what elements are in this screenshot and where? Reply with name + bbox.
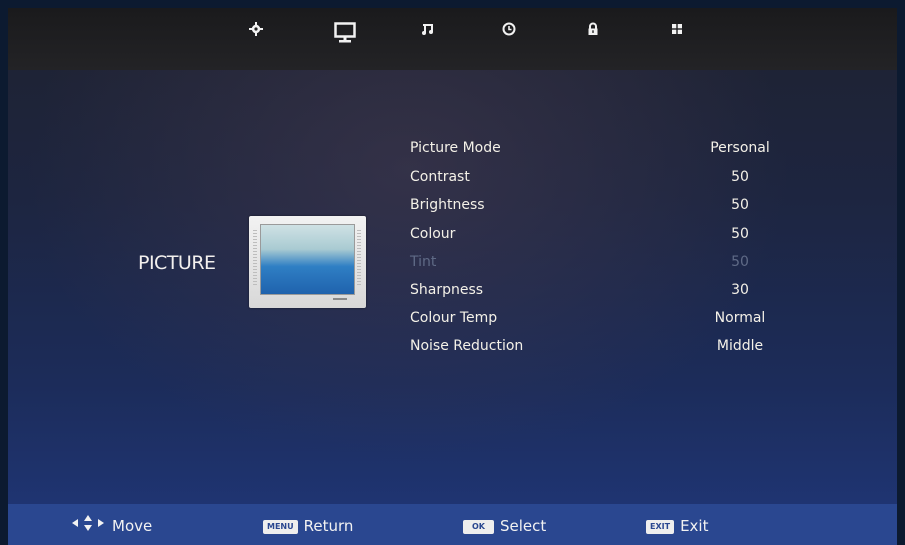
setting-label: Sharpness <box>410 282 484 298</box>
setting-value: Middle <box>716 338 764 354</box>
top-menu-bar <box>8 8 897 70</box>
setting-tint: Tint 50 <box>410 254 790 280</box>
tv-picture-icon <box>249 216 366 308</box>
hint-return-label: Return <box>303 517 354 535</box>
music-note-icon[interactable] <box>415 22 441 48</box>
setting-colour[interactable]: Colour 50 <box>410 226 790 252</box>
setting-label: Noise Reduction <box>410 338 524 354</box>
menu-key-icon: MENU <box>263 519 298 534</box>
setting-value: 50 <box>731 254 749 270</box>
hint-move-label: Move <box>112 517 153 535</box>
direction-arrows-icon <box>70 514 106 539</box>
setting-value: 50 <box>731 169 749 185</box>
monitor-icon[interactable] <box>332 22 358 48</box>
setting-picture-mode[interactable]: Picture Mode Personal <box>410 140 790 166</box>
setting-label: Brightness <box>410 197 485 213</box>
footer-hint-bar: Move MENU Return OK Select EXIT Exit <box>8 504 897 545</box>
hint-move: Move <box>70 514 152 538</box>
hint-exit-label: Exit <box>680 517 709 535</box>
hint-return: MENU Return <box>263 514 353 538</box>
setting-value: 30 <box>731 282 749 298</box>
setting-label: Colour Temp <box>410 310 498 326</box>
setting-value: Normal <box>714 310 766 326</box>
setting-label: Tint <box>410 254 437 270</box>
hint-select-label: Select <box>500 517 547 535</box>
tv-osd-screen: PICTURE Picture Mode Personal Contrast 5… <box>8 8 897 545</box>
exit-key-icon: EXIT <box>646 519 675 534</box>
setting-colour-temp[interactable]: Colour Temp Normal <box>410 310 790 336</box>
ok-key-icon: OK <box>463 519 494 534</box>
grid-icon[interactable] <box>664 22 690 48</box>
lock-icon[interactable] <box>580 22 606 48</box>
setting-contrast[interactable]: Contrast 50 <box>410 169 790 195</box>
setting-label: Colour <box>410 226 456 242</box>
setting-sharpness[interactable]: Sharpness 30 <box>410 282 790 308</box>
setting-value: 50 <box>731 226 749 242</box>
setting-brightness[interactable]: Brightness 50 <box>410 197 790 223</box>
setting-value: Personal <box>710 140 770 156</box>
setting-value: 50 <box>731 197 749 213</box>
setting-label: Picture Mode <box>410 140 501 156</box>
section-title: PICTURE <box>138 252 216 274</box>
clock-icon[interactable] <box>496 22 522 48</box>
hint-select: OK Select <box>463 514 546 538</box>
hint-exit: EXIT Exit <box>646 514 708 538</box>
setting-noise-reduction[interactable]: Noise Reduction Middle <box>410 338 790 364</box>
setting-label: Contrast <box>410 169 470 185</box>
gear-icon[interactable] <box>243 22 269 48</box>
